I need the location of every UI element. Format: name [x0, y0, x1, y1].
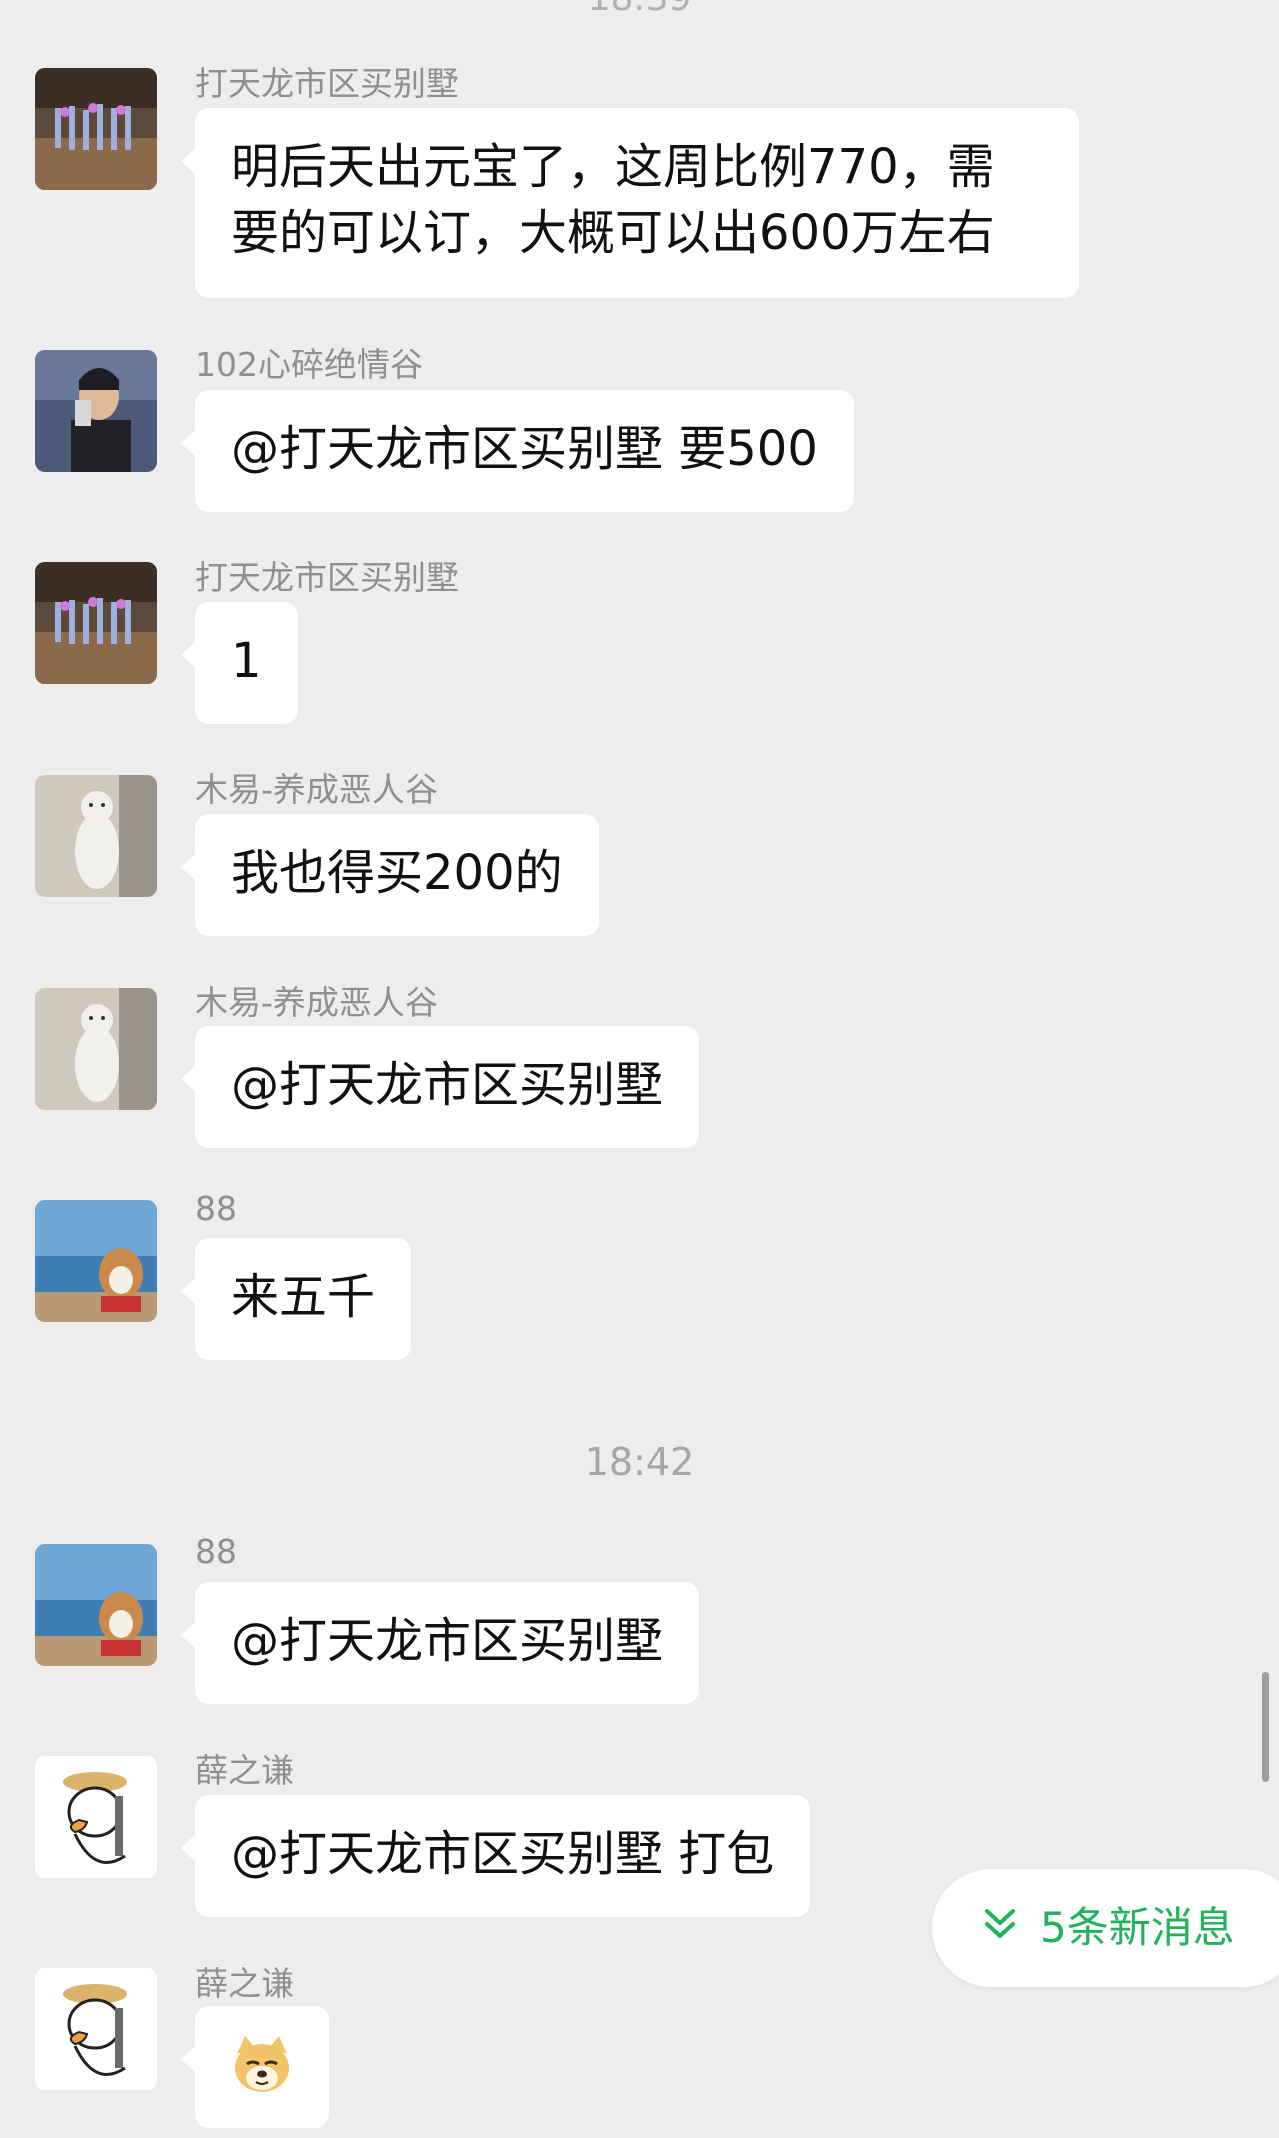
cartoon-goose-avatar[interactable] [35, 1756, 157, 1878]
new-messages-label: 5条新消息 [1040, 1903, 1235, 1952]
message-bubble[interactable]: @打天龙市区买别墅 打包 [180, 1795, 811, 1917]
sender-name: 打天龙市区买别墅 [195, 558, 459, 597]
sender-name: 88 [195, 1189, 237, 1228]
message-bubble[interactable]: @打天龙市区买别墅 [180, 1582, 700, 1704]
game-scene-avatar[interactable] [35, 562, 157, 684]
man-drinking-avatar[interactable] [35, 350, 157, 472]
doge-emoji [231, 2034, 293, 2096]
message-bubble[interactable]: 我也得买200的 [181, 814, 599, 936]
sender-name: 102心碎绝情谷 [195, 345, 423, 384]
scrollbar[interactable] [1262, 1672, 1269, 1782]
game-scene-avatar[interactable] [35, 68, 157, 190]
time-separator: 18:42 [584, 1440, 695, 1484]
message-bubble[interactable]: @打天龙市区买别墅 要500 [181, 390, 854, 512]
message-bubble[interactable]: 1 [181, 602, 298, 724]
double-chevron-down-icon [982, 1869, 1018, 1987]
message-bubble[interactable]: 明后天出元宝了，这周比例770，需 要的可以订，大概可以出600万左右 [181, 108, 1079, 298]
message-bubble[interactable] [181, 2006, 329, 2128]
message-text-line: 明后天出元宝了，这周比例770，需 [231, 139, 995, 195]
sender-name: 88 [195, 1532, 237, 1571]
sender-name: 薛之谦 [195, 1964, 294, 2003]
chat-message-list[interactable]: 18:39 打天龙市区买别墅 明后天出元宝了，这周比例770，需 要的可以订，大… [0, 0, 1279, 2138]
sender-name: 打天龙市区买别墅 [195, 64, 459, 103]
dog-sea-avatar[interactable] [35, 1200, 157, 1322]
sender-name: 木易-养成恶人谷 [195, 770, 438, 809]
message-bubble[interactable]: @打天龙市区买别墅 [180, 1026, 700, 1148]
new-messages-button[interactable]: 5条新消息 [932, 1869, 1279, 1987]
cartoon-goose-avatar[interactable] [35, 1968, 157, 2090]
partial-timestamp: 18:39 [0, 0, 1279, 19]
message-bubble[interactable]: 来五千 [180, 1238, 412, 1360]
sender-name: 木易-养成恶人谷 [195, 983, 438, 1022]
dog-sea-avatar[interactable] [35, 1544, 157, 1666]
cat-avatar[interactable] [35, 988, 157, 1110]
sender-name: 薛之谦 [195, 1751, 294, 1790]
message-text-line: 要的可以订，大概可以出600万左右 [231, 205, 995, 261]
cat-avatar[interactable] [35, 775, 157, 897]
